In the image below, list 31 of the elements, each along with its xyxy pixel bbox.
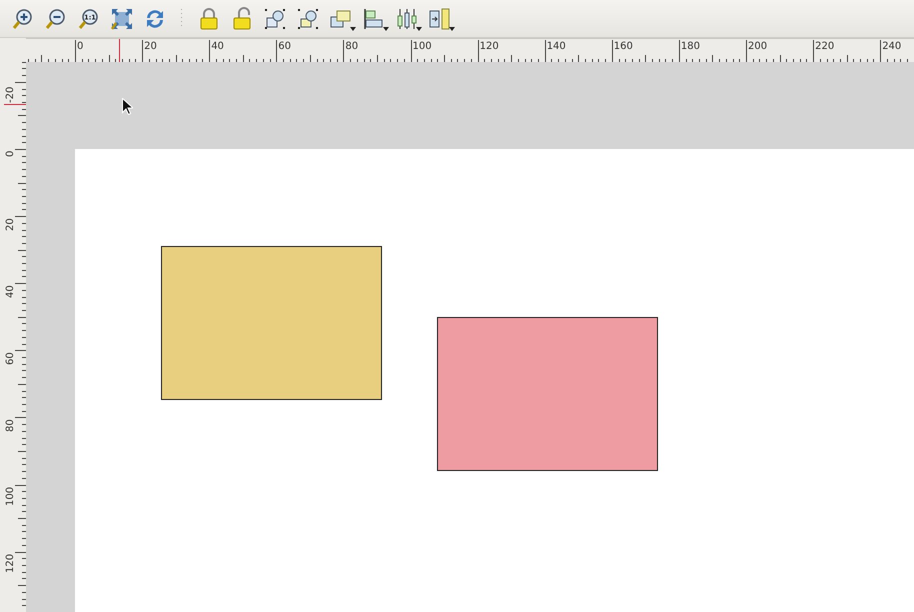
cursor-position-marker bbox=[4, 104, 26, 105]
ruler-label: 200 bbox=[748, 42, 768, 52]
group-icon bbox=[263, 6, 287, 30]
rectangle-shape[interactable] bbox=[161, 246, 382, 400]
ruler-label: 180 bbox=[680, 42, 700, 52]
ruler-label: 120 bbox=[480, 42, 499, 52]
ruler-label: 40 bbox=[211, 42, 224, 52]
rectangle-shape[interactable] bbox=[437, 317, 658, 471]
ruler-label: 140 bbox=[546, 42, 566, 52]
four-arrows-icon bbox=[110, 6, 134, 30]
ruler-label: 20 bbox=[144, 42, 157, 52]
distribute-icon bbox=[395, 6, 419, 30]
ruler-label: 160 bbox=[614, 42, 633, 52]
ungroup-icon bbox=[296, 6, 320, 30]
ruler-label: -20 bbox=[6, 86, 16, 104]
ruler-label: 120 bbox=[6, 554, 16, 573]
ruler-label: 100 bbox=[412, 42, 432, 52]
mouse-pointer-icon bbox=[122, 98, 133, 115]
cursor-position-marker bbox=[119, 39, 120, 62]
ruler-label: 0 bbox=[77, 42, 84, 52]
ruler-label: 0 bbox=[6, 151, 16, 158]
ruler-label: 220 bbox=[815, 42, 834, 52]
ruler-label: 20 bbox=[6, 218, 16, 231]
ruler-label: 40 bbox=[6, 285, 16, 298]
ruler-label: 80 bbox=[345, 42, 358, 52]
resize-icon bbox=[428, 6, 452, 30]
ruler-label: 80 bbox=[6, 419, 16, 432]
ruler-label: 100 bbox=[6, 486, 16, 506]
ruler-label: 60 bbox=[6, 352, 16, 366]
ruler-label: 60 bbox=[278, 42, 292, 52]
ruler-label: 240 bbox=[882, 42, 902, 52]
